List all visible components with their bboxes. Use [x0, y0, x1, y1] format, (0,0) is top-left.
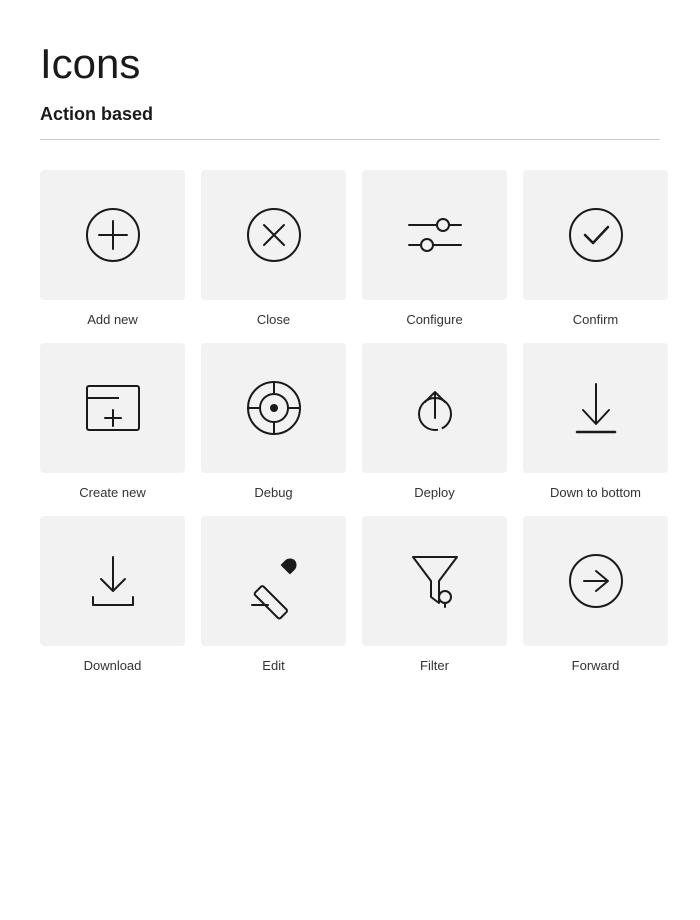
close-icon-box [201, 170, 346, 300]
confirm-icon-box [523, 170, 668, 300]
configure-icon [405, 215, 465, 255]
forward-item: Forward [523, 516, 668, 673]
deploy-item: Deploy [362, 343, 507, 500]
divider [40, 139, 660, 140]
add-new-item: Add new [40, 170, 185, 327]
edit-icon [248, 555, 300, 607]
deploy-icon-box [362, 343, 507, 473]
section-title: Action based [40, 104, 660, 125]
confirm-icon [566, 205, 626, 265]
add-new-label: Add new [87, 312, 138, 327]
create-new-item: Create new [40, 343, 185, 500]
down-to-bottom-label: Down to bottom [550, 485, 641, 500]
configure-icon-box [362, 170, 507, 300]
debug-label: Debug [254, 485, 292, 500]
down-to-bottom-icon [571, 380, 621, 436]
confirm-item: Confirm [523, 170, 668, 327]
configure-item: Configure [362, 170, 507, 327]
create-new-icon [83, 382, 143, 434]
create-new-icon-box [40, 343, 185, 473]
deploy-label: Deploy [414, 485, 454, 500]
filter-label: Filter [420, 658, 449, 673]
edit-icon-box [201, 516, 346, 646]
page-container: Icons Action based Add new [0, 0, 700, 729]
forward-icon-box [523, 516, 668, 646]
filter-item: Filter [362, 516, 507, 673]
close-item: Close [201, 170, 346, 327]
debug-icon-box [201, 343, 346, 473]
forward-label: Forward [572, 658, 620, 673]
close-icon [244, 205, 304, 265]
page-title: Icons [40, 40, 660, 88]
debug-icon [244, 378, 304, 438]
configure-label: Configure [406, 312, 462, 327]
download-item: Download [40, 516, 185, 673]
icon-grid: Add new Close C [40, 170, 660, 673]
download-icon-box [40, 516, 185, 646]
edit-label: Edit [262, 658, 284, 673]
download-icon [85, 553, 141, 609]
add-new-icon-box [40, 170, 185, 300]
download-label: Download [84, 658, 142, 673]
down-to-bottom-icon-box [523, 343, 668, 473]
edit-item: Edit [201, 516, 346, 673]
deploy-icon [407, 380, 463, 436]
filter-icon-box [362, 516, 507, 646]
create-new-label: Create new [79, 485, 145, 500]
forward-icon [566, 551, 626, 611]
filter-icon [409, 553, 461, 609]
confirm-label: Confirm [573, 312, 619, 327]
close-label: Close [257, 312, 290, 327]
down-to-bottom-item: Down to bottom [523, 343, 668, 500]
debug-item: Debug [201, 343, 346, 500]
add-new-icon [83, 205, 143, 265]
